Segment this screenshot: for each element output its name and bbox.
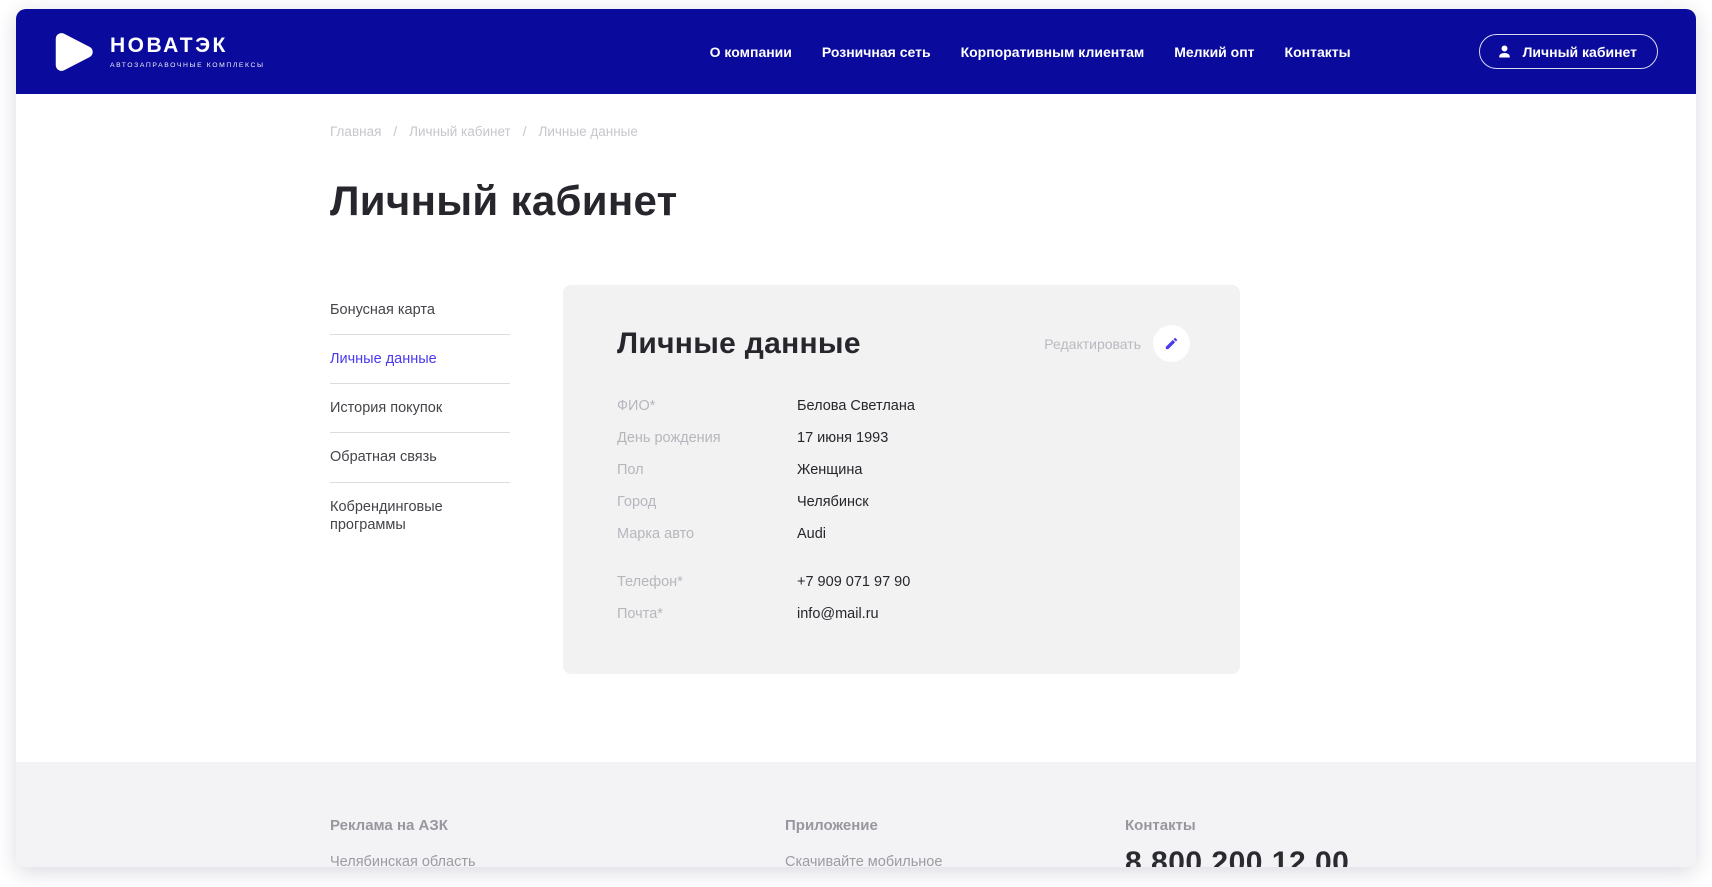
- edit-button[interactable]: [1153, 325, 1190, 362]
- field-row-fio: ФИО* Белова Светлана: [617, 390, 1190, 422]
- field-label: День рождения: [617, 430, 797, 446]
- nav-item-contacts[interactable]: Контакты: [1285, 44, 1351, 60]
- field-row-city: Город Челябинск: [617, 486, 1190, 518]
- main-area: Главная / Личный кабинет / Личные данные…: [16, 94, 1696, 762]
- field-row-birthday: День рождения 17 июня 1993: [617, 422, 1190, 454]
- page-card: НОВАТЭК АВТОЗАПРАВОЧНЫЕ КОМПЛЕКСЫ О комп…: [16, 9, 1696, 867]
- field-value: Женщина: [797, 462, 862, 478]
- nav-item-corporate[interactable]: Корпоративным клиентам: [961, 44, 1145, 60]
- field-rows: ФИО* Белова Светлана День рождения 17 ию…: [617, 390, 1190, 630]
- field-row-car-brand: Марка авто Audi: [617, 518, 1190, 550]
- breadcrumb-current: Личные данные: [539, 124, 638, 139]
- footer-phone-link[interactable]: 8 800 200 12 00: [1125, 846, 1656, 867]
- page-title: Личный кабинет: [330, 177, 1656, 225]
- field-label: Город: [617, 494, 797, 510]
- sidebar-item-purchase-history[interactable]: История покупок: [330, 384, 510, 433]
- account-button-label: Личный кабинет: [1523, 44, 1637, 60]
- logo[interactable]: НОВАТЭК АВТОЗАПРАВОЧНЫЕ КОМПЛЕКСЫ: [50, 29, 265, 75]
- footer-col-app: Приложение Скачивайте мобильное: [785, 817, 1125, 867]
- field-row-email: Почта* info@mail.ru: [617, 598, 1190, 630]
- field-value: +7 909 071 97 90: [797, 574, 910, 590]
- site-header: НОВАТЭК АВТОЗАПРАВОЧНЫЕ КОМПЛЕКСЫ О комп…: [16, 9, 1696, 94]
- field-label: ФИО*: [617, 398, 797, 414]
- sidebar-item-bonus-card[interactable]: Бонусная карта: [330, 285, 510, 335]
- sidebar-item-personal-data[interactable]: Личные данные: [330, 335, 510, 384]
- field-row-gender: Пол Женщина: [617, 454, 1190, 486]
- footer-col-contacts: Контакты 8 800 200 12 00: [1125, 817, 1656, 867]
- breadcrumb: Главная / Личный кабинет / Личные данные: [330, 124, 1656, 139]
- nav-item-retail[interactable]: Розничная сеть: [822, 44, 931, 60]
- footer-heading-app: Приложение: [785, 817, 1125, 834]
- account-button[interactable]: Личный кабинет: [1479, 34, 1658, 69]
- field-value: 17 июня 1993: [797, 430, 888, 446]
- field-value: Челябинск: [797, 494, 869, 510]
- brand-tagline: АВТОЗАПРАВОЧНЫЕ КОМПЛЕКСЫ: [110, 62, 265, 69]
- breadcrumb-separator: /: [523, 124, 527, 139]
- sidebar-item-cobranding[interactable]: Кобрендинговые программы: [330, 483, 510, 549]
- breadcrumb-home[interactable]: Главная: [330, 124, 381, 139]
- footer-heading-ads: Реклама на АЗК: [330, 817, 785, 834]
- field-value: info@mail.ru: [797, 606, 879, 622]
- card-title: Личные данные: [617, 327, 861, 361]
- field-label: Почта*: [617, 606, 797, 622]
- personal-data-card: Личные данные Редактировать ФИО* Белова: [563, 285, 1240, 674]
- sidebar-item-feedback[interactable]: Обратная связь: [330, 433, 510, 482]
- footer-col-ads: Реклама на АЗК Челябинская область: [330, 817, 785, 867]
- field-value: Белова Светлана: [797, 398, 915, 414]
- field-value: Audi: [797, 526, 826, 542]
- field-label: Телефон*: [617, 574, 797, 590]
- breadcrumb-separator: /: [393, 124, 397, 139]
- nav-item-company[interactable]: О компании: [710, 44, 792, 60]
- pencil-icon: [1164, 336, 1179, 351]
- site-footer: Реклама на АЗК Челябинская область Прило…: [16, 762, 1696, 867]
- field-label: Пол: [617, 462, 797, 478]
- account-side-nav: Бонусная карта Личные данные История пок…: [330, 285, 510, 674]
- footer-heading-contacts: Контакты: [1125, 817, 1656, 834]
- field-row-phone: Телефон* +7 909 071 97 90: [617, 566, 1190, 598]
- breadcrumb-account[interactable]: Личный кабинет: [409, 124, 511, 139]
- footer-link-app-download[interactable]: Скачивайте мобильное: [785, 854, 1125, 867]
- brand-name: НОВАТЭК: [110, 34, 265, 58]
- field-label: Марка авто: [617, 526, 797, 542]
- edit-label: Редактировать: [1044, 336, 1141, 352]
- nav-item-wholesale[interactable]: Мелкий опт: [1174, 44, 1254, 60]
- main-nav: О компании Розничная сеть Корпоративным …: [710, 44, 1351, 60]
- logo-triangle-icon: [50, 29, 96, 75]
- user-icon: [1496, 43, 1513, 60]
- footer-link-region[interactable]: Челябинская область: [330, 854, 785, 867]
